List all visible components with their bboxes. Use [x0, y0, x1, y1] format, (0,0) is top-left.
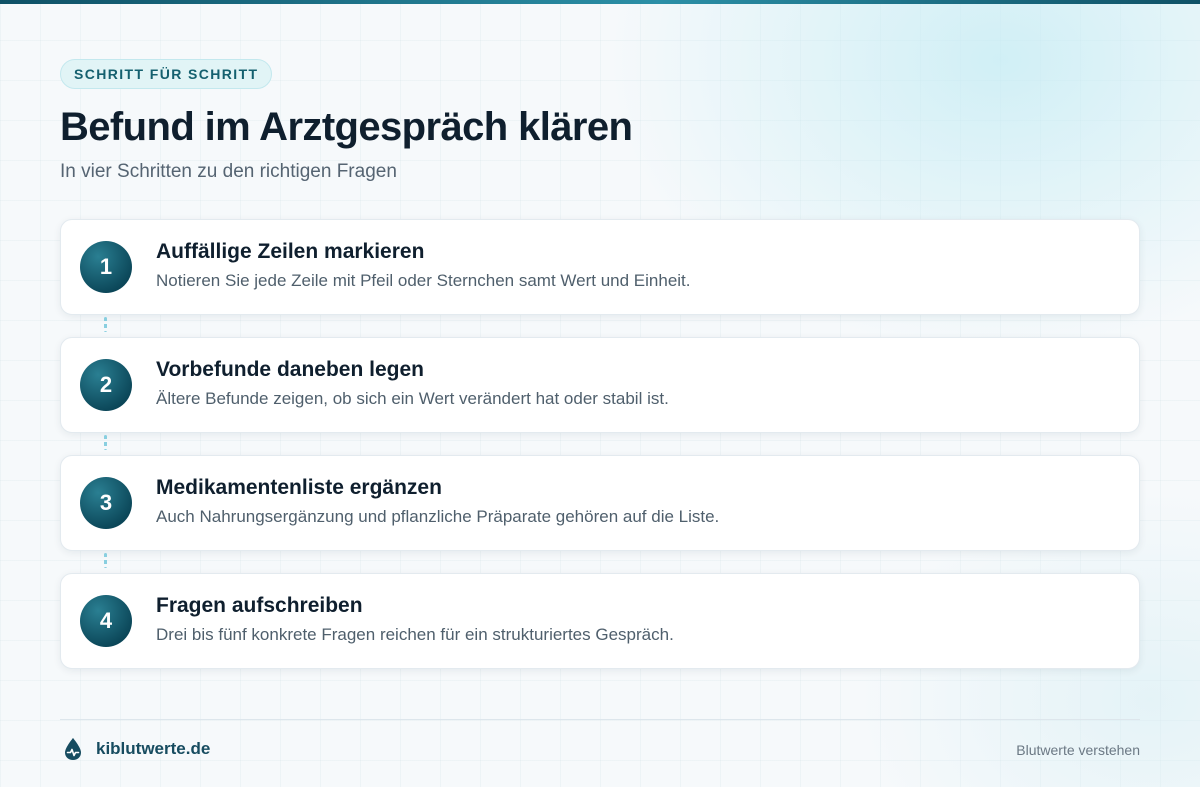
footer-tagline: Blutwerte verstehen: [1016, 742, 1140, 758]
step-title: Fragen aufschreiben: [156, 594, 363, 617]
step-number-badge: 3: [80, 477, 132, 529]
step-connector: [104, 553, 107, 568]
brand-name: kiblutwerte.de: [96, 739, 211, 758]
step-title: Auffällige Zeilen markieren: [156, 240, 425, 263]
top-accent-bar: [0, 0, 1200, 4]
step-card-4: 4 Fragen aufschreiben Drei bis fünf konk…: [60, 573, 1140, 669]
blood-drop-pulse-icon: [63, 737, 83, 761]
step-title: Vorbefunde daneben legen: [156, 358, 424, 381]
step-card-3: 3 Medikamentenliste ergänzen Auch Nahrun…: [60, 455, 1140, 551]
step-title: Medikamentenliste ergänzen: [156, 476, 442, 499]
step-number-badge: 2: [80, 359, 132, 411]
step-number-badge: 4: [80, 595, 132, 647]
step-connector: [104, 435, 107, 450]
step-description: Auch Nahrungsergänzung und pflanzliche P…: [156, 507, 720, 526]
page-title: Befund im Arztgespräch klären: [60, 105, 633, 149]
step-description: Drei bis fünf konkrete Fragen reichen fü…: [156, 625, 674, 644]
section-eyebrow-badge: SCHRITT FÜR SCHRITT: [60, 59, 273, 89]
page-subtitle: In vier Schritten zu den richtigen Frage…: [60, 161, 397, 182]
step-description: Notieren Sie jede Zeile mit Pfeil oder S…: [156, 271, 691, 290]
step-card-2: 2 Vorbefunde daneben legen Ältere Befund…: [60, 337, 1140, 433]
step-card-1: 1 Auffällige Zeilen markieren Notieren S…: [60, 219, 1140, 315]
step-description: Ältere Befunde zeigen, ob sich ein Wert …: [156, 389, 669, 408]
step-connector: [104, 317, 107, 332]
footer-divider: [60, 719, 1140, 720]
step-number-badge: 1: [80, 241, 132, 293]
